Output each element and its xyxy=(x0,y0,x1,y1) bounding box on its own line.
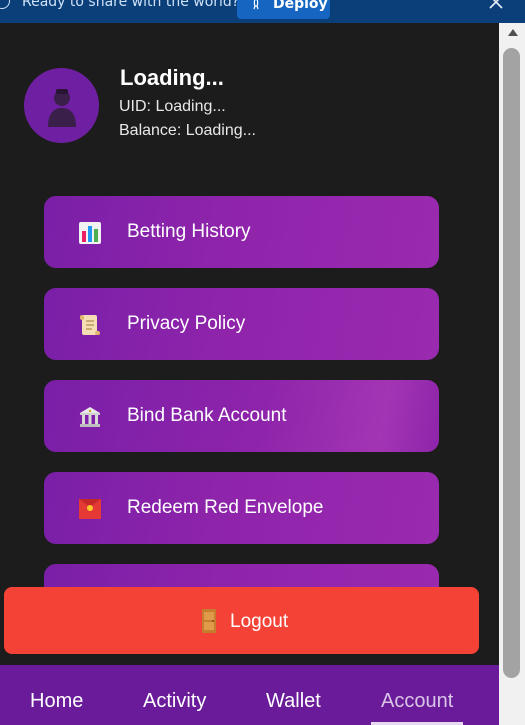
menu-item-betting-history[interactable]: Betting History xyxy=(44,196,439,268)
menu-label: Privacy Policy xyxy=(127,313,246,334)
profile-uid: UID: Loading... xyxy=(119,98,226,115)
user-icon xyxy=(48,89,76,127)
bar-chart-icon xyxy=(79,222,101,244)
account-page: Loading... UID: Loading... Balance: Load… xyxy=(0,23,499,725)
deploy-button[interactable]: Deploy xyxy=(237,0,330,19)
nav-wallet[interactable]: Wallet xyxy=(266,690,321,713)
close-icon[interactable] xyxy=(488,0,504,10)
menu-item-bind-bank-account[interactable]: Bind Bank Account xyxy=(44,380,439,452)
banner-text: Ready to share with the world? xyxy=(22,0,240,10)
bottom-nav: Home Activity Wallet Account xyxy=(0,665,499,725)
menu-label: Redeem Red Envelope xyxy=(127,497,324,518)
profile-name: Loading... xyxy=(120,65,224,90)
scroll-up-arrow-icon[interactable] xyxy=(508,29,518,36)
nav-home[interactable]: Home xyxy=(30,690,83,713)
info-icon xyxy=(0,0,10,9)
avatar xyxy=(24,68,99,143)
scrollbar[interactable] xyxy=(499,23,525,725)
bank-icon xyxy=(80,407,100,427)
logout-label: Logout xyxy=(230,611,289,632)
deploy-banner: Ready to share with the world? Deploy xyxy=(0,0,525,23)
nav-activity[interactable]: Activity xyxy=(143,690,206,713)
red-envelope-icon xyxy=(79,499,101,519)
profile-balance: Balance: Loading... xyxy=(119,122,256,139)
rocket-icon xyxy=(253,0,259,10)
scroll-thumb[interactable] xyxy=(503,48,520,678)
menu-item-privacy-policy[interactable]: Privacy Policy xyxy=(44,288,439,360)
logout-button[interactable]: Logout xyxy=(4,587,479,654)
deploy-label: Deploy xyxy=(273,0,328,12)
menu-label: Bind Bank Account xyxy=(127,405,287,426)
door-icon xyxy=(202,609,216,633)
nav-account[interactable]: Account xyxy=(381,690,453,713)
scroll-icon xyxy=(80,315,100,335)
menu-label: Betting History xyxy=(127,221,251,242)
menu-item-redeem-red-envelope[interactable]: Redeem Red Envelope xyxy=(44,472,439,544)
